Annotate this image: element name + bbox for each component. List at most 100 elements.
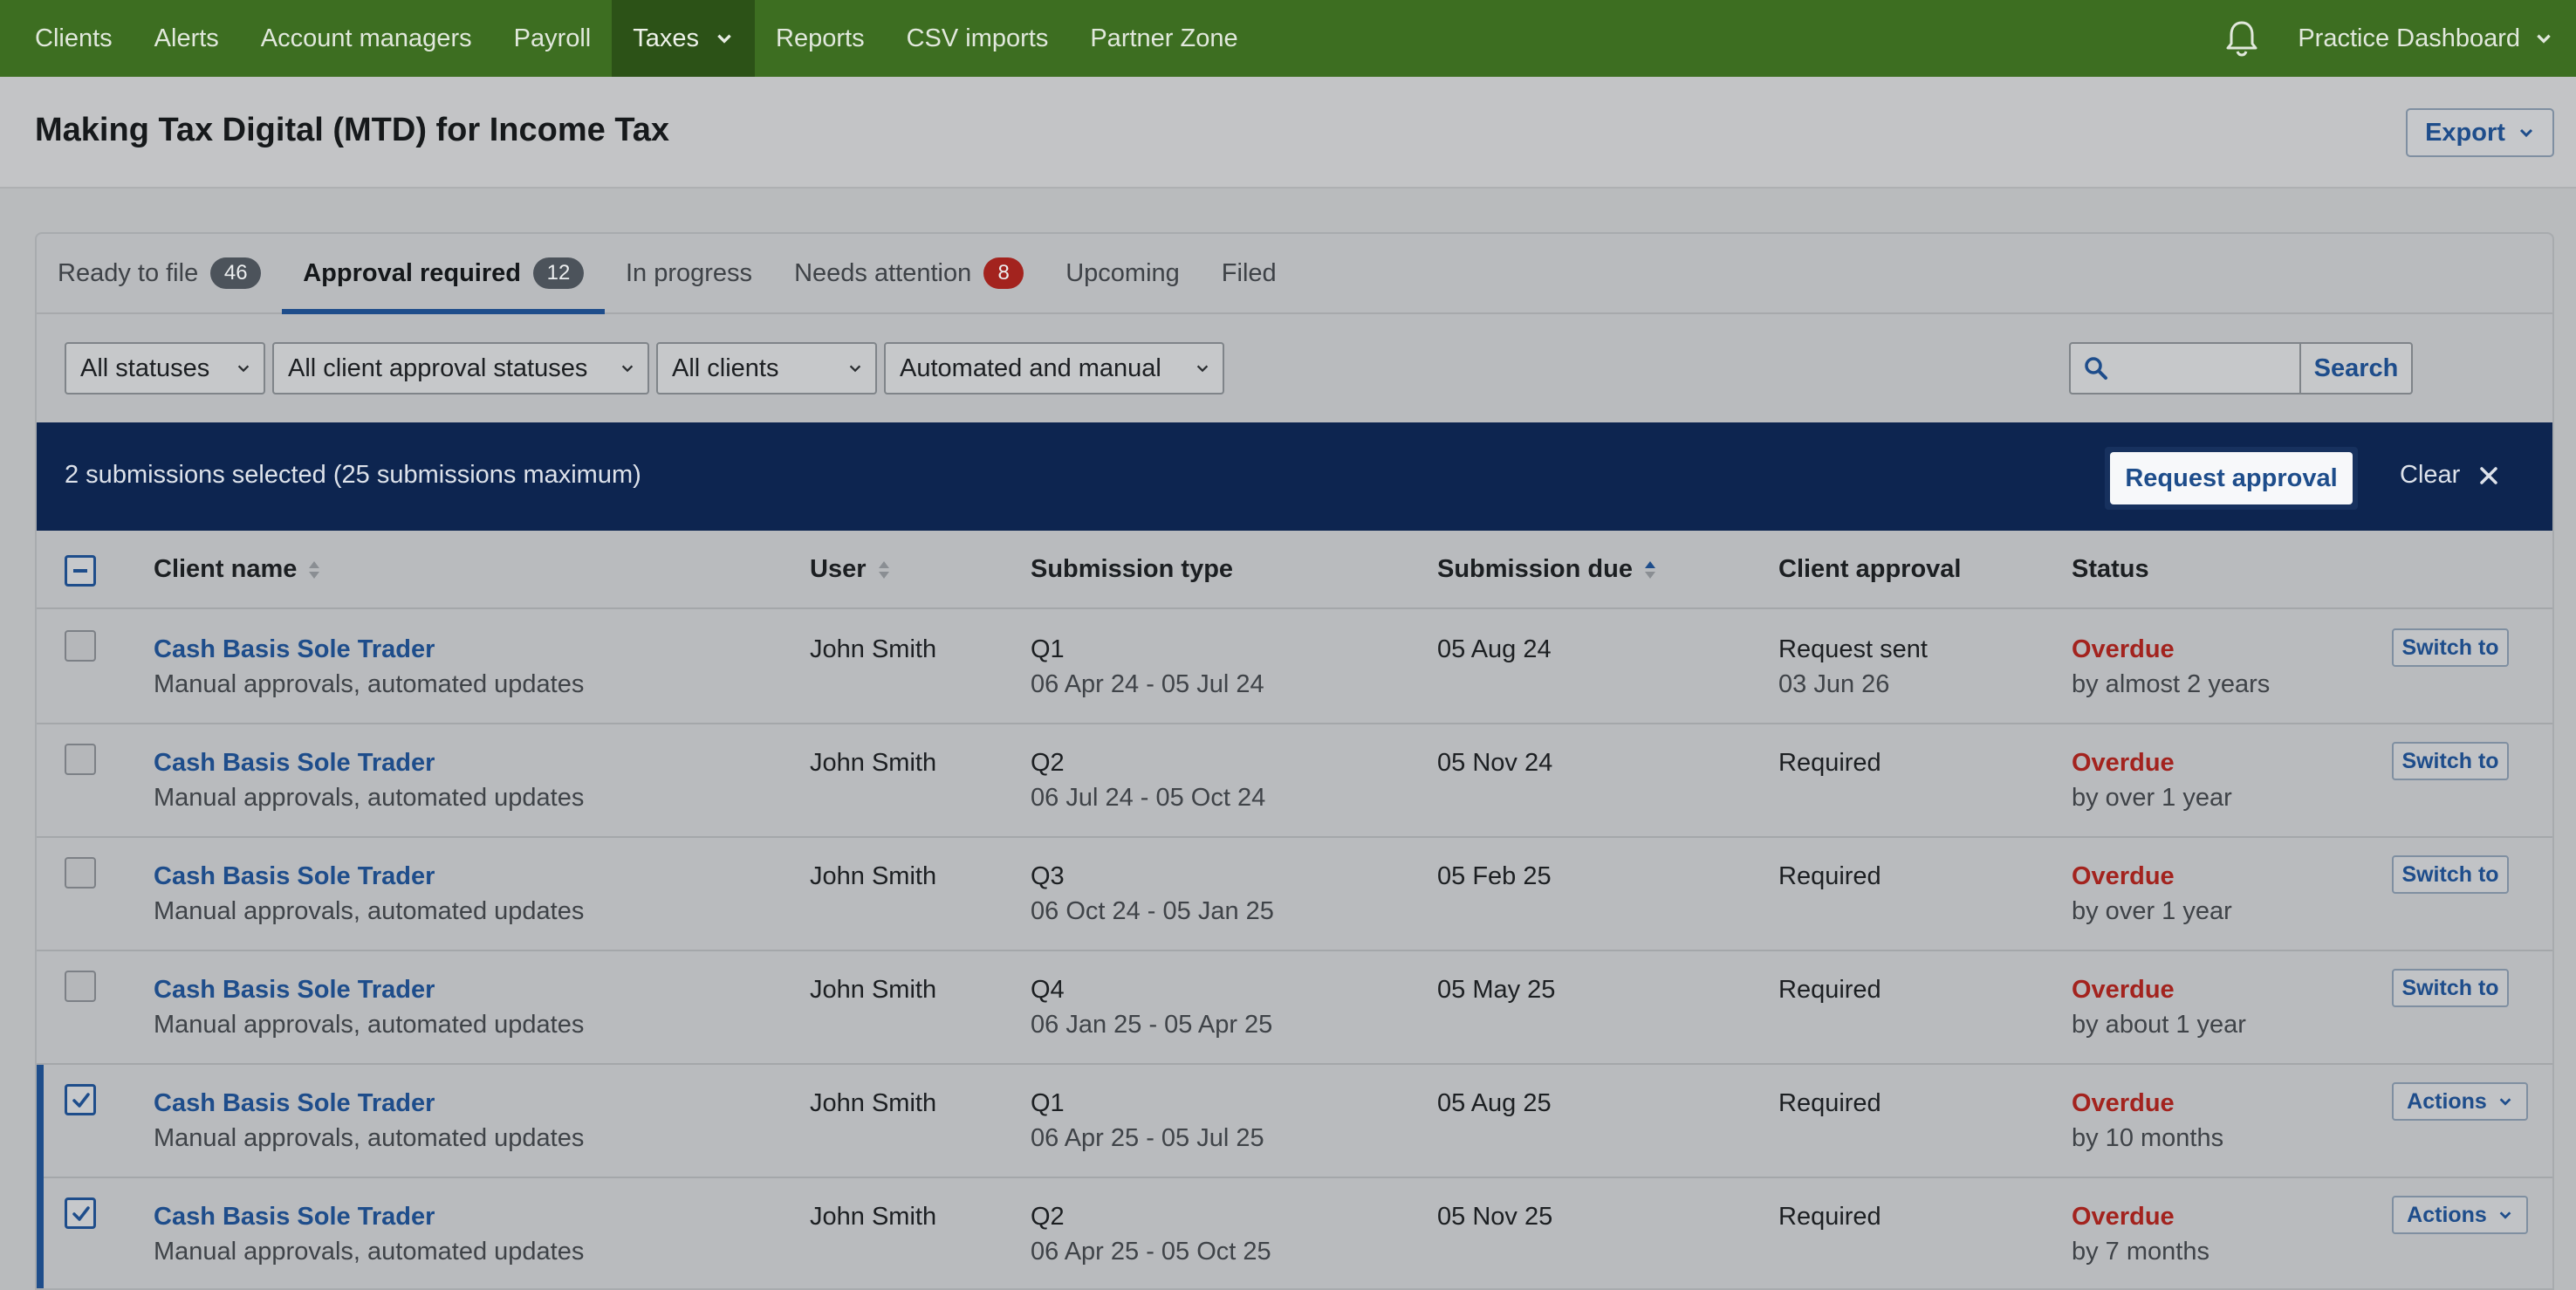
user-cell: John Smith xyxy=(810,1203,937,1231)
practice-dashboard-label: Practice Dashboard xyxy=(2298,24,2520,52)
request-approval-button[interactable]: Request approval xyxy=(2110,452,2353,504)
column-label: Client approval xyxy=(1778,555,1962,583)
tab-bar: Ready to file 46 Approval required 12 In… xyxy=(37,234,2552,314)
tab-filed[interactable]: Filed xyxy=(1201,234,1298,312)
actions-label: Actions xyxy=(2407,1202,2487,1227)
status-filter-select[interactable]: All statuses xyxy=(65,342,265,395)
quarter-label: Q2 xyxy=(1031,749,1065,777)
search-button[interactable]: Search xyxy=(2299,344,2411,393)
quarter-label: Q4 xyxy=(1031,976,1065,1004)
switch-to-button[interactable]: Switch to xyxy=(2392,969,2509,1007)
clear-selection-button[interactable]: Clear xyxy=(2400,461,2498,490)
column-submission-type: Submission type xyxy=(1031,555,1233,584)
clients-filter-select[interactable]: All clients xyxy=(656,342,877,395)
column-status: Status xyxy=(2072,555,2149,584)
client-name-link[interactable]: Cash Basis Sole Trader xyxy=(154,1199,584,1234)
column-user[interactable]: User xyxy=(810,555,891,584)
submission-due-cell: 05 May 25 xyxy=(1437,976,1556,1004)
column-client-name[interactable]: Client name xyxy=(154,555,321,584)
submission-due-cell: 05 Nov 25 xyxy=(1437,1203,1553,1231)
select-all-checkbox[interactable] xyxy=(65,555,96,587)
submission-type-cell: Q4 06 Jan 25 - 05 Apr 25 xyxy=(1031,972,1272,1042)
nav-alerts[interactable]: Alerts xyxy=(134,0,240,77)
row-checkbox[interactable] xyxy=(65,744,96,775)
nav-payroll[interactable]: Payroll xyxy=(493,0,613,77)
switch-to-button[interactable]: Switch to xyxy=(2392,742,2509,780)
client-approval-mode: Manual approvals, automated updates xyxy=(154,897,585,925)
nav-account-managers[interactable]: Account managers xyxy=(240,0,493,77)
client-name-link[interactable]: Cash Basis Sole Trader xyxy=(154,972,584,1007)
submission-type-cell: Q2 06 Apr 25 - 05 Oct 25 xyxy=(1031,1199,1271,1269)
row-checkbox[interactable] xyxy=(65,971,96,1002)
status-cell: Overdue by over 1 year xyxy=(2072,745,2232,815)
tab-in-progress[interactable]: In progress xyxy=(605,234,773,312)
switch-to-button[interactable]: Switch to xyxy=(2392,628,2509,667)
tab-label: In progress xyxy=(625,258,753,287)
client-name-link[interactable]: Cash Basis Sole Trader xyxy=(154,1086,584,1121)
row-checkbox[interactable] xyxy=(65,630,96,662)
client-approval-mode: Manual approvals, automated updates xyxy=(154,784,585,812)
client-approval-filter-select[interactable]: All client approval statuses xyxy=(272,342,649,395)
column-label: Submission type xyxy=(1031,555,1234,583)
chevron-down-icon xyxy=(621,365,634,373)
client-approval-cell: Required xyxy=(1778,745,1881,780)
client-name-link[interactable]: Cash Basis Sole Trader xyxy=(154,632,584,667)
client-cell: Cash Basis Sole Trader Manual approvals, … xyxy=(154,859,584,929)
table-row: Cash Basis Sole Trader Manual approvals, … xyxy=(37,1065,2552,1178)
nav-taxes-label: Taxes xyxy=(633,24,700,52)
close-icon xyxy=(2480,466,2498,484)
column-label: Client name xyxy=(154,555,298,583)
approval-status: Required xyxy=(1778,749,1881,777)
client-approval-mode: Manual approvals, automated updates xyxy=(154,1238,585,1266)
client-cell: Cash Basis Sole Trader Manual approvals, … xyxy=(154,745,584,815)
mode-filter-select[interactable]: Automated and manual xyxy=(884,342,1224,395)
tab-needs-attention[interactable]: Needs attention 8 xyxy=(773,234,1045,312)
status-detail: by over 1 year xyxy=(2072,784,2232,812)
actions-button[interactable]: Actions xyxy=(2392,1196,2528,1234)
chevron-down-icon xyxy=(849,365,861,373)
nav-csv-imports[interactable]: CSV imports xyxy=(886,0,1070,77)
export-label: Export xyxy=(2425,118,2505,147)
client-name-link[interactable]: Cash Basis Sole Trader xyxy=(154,745,584,780)
status-detail: by almost 2 years xyxy=(2072,670,2271,698)
search-input[interactable] xyxy=(2121,344,2299,393)
selection-banner: 2 submissions selected (25 submissions m… xyxy=(37,422,2552,531)
status-cell: Overdue by almost 2 years xyxy=(2072,632,2270,702)
submission-due-cell: 05 Aug 24 xyxy=(1437,635,1552,663)
practice-dashboard-menu[interactable]: Practice Dashboard xyxy=(2298,24,2576,53)
submission-type-cell: Q3 06 Oct 24 - 05 Jan 25 xyxy=(1031,859,1274,929)
client-approval-mode: Manual approvals, automated updates xyxy=(154,670,585,698)
tab-label: Upcoming xyxy=(1065,258,1180,287)
nav-partner-zone[interactable]: Partner Zone xyxy=(1069,0,1258,77)
tab-count-badge: 46 xyxy=(210,257,262,289)
column-submission-due[interactable]: Submission due xyxy=(1437,555,1657,584)
period-range: 06 Jan 25 - 05 Apr 25 xyxy=(1031,1011,1273,1039)
tab-approval-required[interactable]: Approval required 12 xyxy=(282,234,605,314)
tab-count-badge: 12 xyxy=(532,257,584,289)
nav-reports[interactable]: Reports xyxy=(755,0,886,77)
actions-button[interactable]: Actions xyxy=(2392,1082,2528,1121)
sort-ascending-icon xyxy=(1644,560,1655,579)
switch-to-button[interactable]: Switch to xyxy=(2392,855,2509,894)
row-checkbox[interactable] xyxy=(65,1084,96,1115)
export-button[interactable]: Export xyxy=(2406,108,2554,157)
nav-clients[interactable]: Clients xyxy=(0,0,134,77)
submission-type-cell: Q1 06 Apr 24 - 05 Jul 24 xyxy=(1031,632,1264,702)
client-approval-cell: Required xyxy=(1778,1199,1881,1234)
period-range: 06 Apr 25 - 05 Oct 25 xyxy=(1031,1238,1271,1266)
bell-icon[interactable] xyxy=(2221,17,2263,59)
approval-status: Required xyxy=(1778,862,1881,890)
tab-ready-to-file[interactable]: Ready to file 46 xyxy=(37,234,282,312)
row-checkbox[interactable] xyxy=(65,1197,96,1229)
column-label: Submission due xyxy=(1437,555,1633,583)
row-checkbox[interactable] xyxy=(65,857,96,889)
client-name-link[interactable]: Cash Basis Sole Trader xyxy=(154,859,584,894)
status-detail: by 10 months xyxy=(2072,1124,2224,1152)
status-cell: Overdue by about 1 year xyxy=(2072,972,2246,1042)
status-badge: Overdue xyxy=(2072,749,2175,777)
chevron-down-icon xyxy=(2499,1211,2511,1219)
client-cell: Cash Basis Sole Trader Manual approvals, … xyxy=(154,972,584,1042)
search-box: Search xyxy=(2069,342,2413,395)
nav-taxes[interactable]: Taxes xyxy=(612,0,756,77)
tab-upcoming[interactable]: Upcoming xyxy=(1045,234,1201,312)
